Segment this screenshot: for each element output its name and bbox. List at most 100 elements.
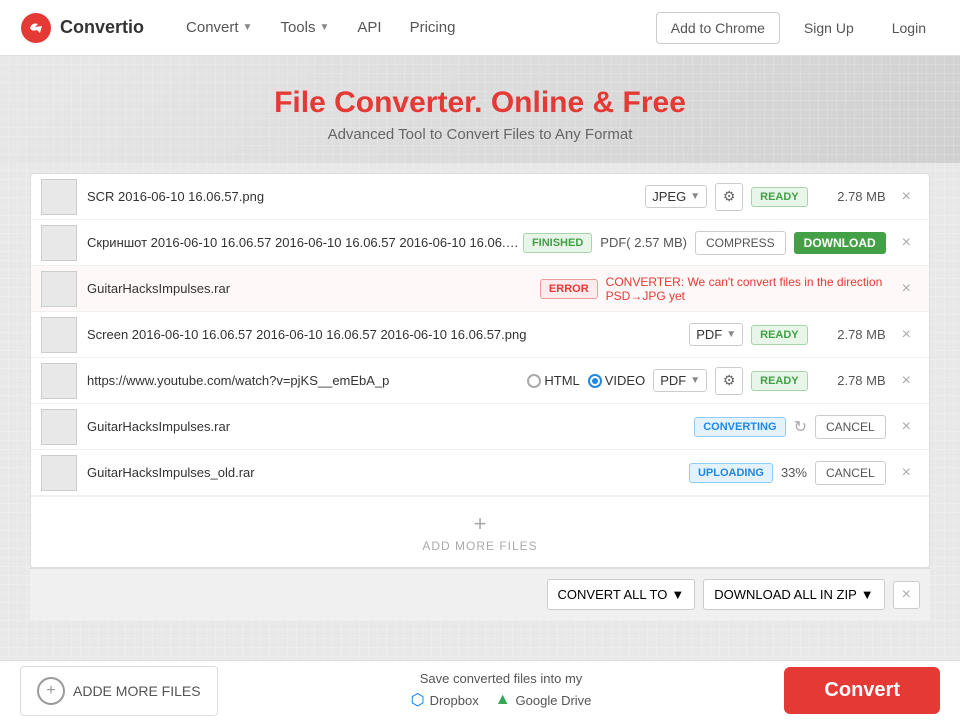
download-all-button[interactable]: DOWNLOAD ALL IN ZIP ▼ — [703, 579, 884, 610]
convert-button[interactable]: Convert — [784, 667, 940, 714]
nav-tools[interactable]: Tools ▼ — [268, 11, 341, 44]
file-thumb — [41, 179, 77, 215]
file-name: https://www.youtube.com/watch?v=pjKS__em… — [87, 373, 527, 388]
progress-percent: 33% — [781, 465, 807, 480]
nav-pricing[interactable]: Pricing — [398, 11, 468, 44]
add-more-files[interactable]: + ADD MORE FILES — [31, 496, 929, 567]
radio-dot-video — [588, 374, 602, 388]
format-arrow: ▼ — [690, 191, 700, 202]
gdrive-option[interactable]: ▲ Google Drive — [495, 691, 592, 709]
sign-up-button[interactable]: Sign Up — [790, 13, 868, 43]
dropbox-icon: ⬡ — [411, 690, 425, 710]
save-label: Save converted files into my — [420, 671, 583, 686]
login-button[interactable]: Login — [878, 13, 940, 43]
hero-section: File Converter. Online & Free Advanced T… — [0, 56, 960, 163]
file-name: GuitarHacksImpulses.rar — [87, 419, 694, 434]
file-actions: CONVERTING ↻ CANCEL × — [694, 414, 919, 440]
error-text: CONVERTER: We can't convert files in the… — [606, 275, 886, 303]
table-row: SCR 2016-06-10 16.06.57.png JPEG ▼ ⚙ REA… — [31, 174, 929, 220]
dropbox-option[interactable]: ⬡ Dropbox — [411, 690, 479, 710]
add-more-icon: + — [474, 511, 487, 537]
radio-group: HTML VIDEO — [527, 373, 645, 388]
gear-button[interactable]: ⚙ — [715, 367, 743, 395]
main-section: SCR 2016-06-10 16.06.57.png JPEG ▼ ⚙ REA… — [0, 163, 960, 683]
file-actions: UPLOADING 33% CANCEL × — [689, 460, 919, 486]
nav-convert-arrow: ▼ — [243, 22, 253, 33]
convert-all-arrow: ▼ — [671, 587, 684, 602]
nav-convert[interactable]: Convert ▼ — [174, 11, 264, 44]
file-actions: JPEG ▼ ⚙ READY 2.78 MB × — [645, 183, 919, 211]
nav-tools-arrow: ▼ — [319, 22, 329, 33]
file-name: Screen 2016-06-10 16.06.57 2016-06-10 16… — [87, 327, 689, 342]
remove-button[interactable]: × — [894, 184, 919, 210]
footer-bar: + ADDE MORE FILES Save converted files i… — [0, 660, 960, 720]
file-name: SCR 2016-06-10 16.06.57.png — [87, 189, 645, 204]
save-icons: ⬡ Dropbox ▲ Google Drive — [411, 690, 592, 710]
file-actions: HTML VIDEO PDF ▼ ⚙ READY 2.78 MB × — [527, 367, 919, 395]
remove-button[interactable]: × — [894, 230, 919, 256]
status-badge: CONVERTING — [694, 417, 785, 437]
file-size: 2.78 MB — [816, 373, 886, 388]
format-select[interactable]: PDF ▼ — [689, 323, 743, 346]
file-size: 2.78 MB — [816, 189, 886, 204]
status-badge: READY — [751, 187, 808, 207]
refresh-icon: ↻ — [794, 417, 807, 437]
file-actions: FINISHED PDF( 2.57 MB) COMPRESS DOWNLOAD… — [523, 230, 919, 256]
add-more-label: ADD MORE FILES — [422, 539, 537, 553]
radio-video[interactable]: VIDEO — [588, 373, 645, 388]
download-button[interactable]: DOWNLOAD — [794, 232, 886, 254]
table-row: GuitarHacksImpulses.rar CONVERTING ↻ CAN… — [31, 404, 929, 450]
nav-api[interactable]: API — [345, 11, 393, 44]
hero-title: File Converter. Online & Free — [20, 86, 940, 120]
format-select[interactable]: PDF ▼ — [653, 369, 707, 392]
status-badge: READY — [751, 325, 808, 345]
cancel-button[interactable]: CANCEL — [815, 461, 886, 485]
file-thumb — [41, 271, 77, 307]
remove-button[interactable]: × — [894, 276, 919, 302]
file-actions: ERROR CONVERTER: We can't convert files … — [540, 275, 919, 303]
compress-button[interactable]: COMPRESS — [695, 231, 786, 255]
cancel-button[interactable]: CANCEL — [815, 415, 886, 439]
file-thumb — [41, 455, 77, 491]
plus-icon: + — [37, 677, 65, 705]
hero-subtitle: Advanced Tool to Convert Files to Any Fo… — [20, 126, 940, 143]
table-row: GuitarHacksImpulses_old.rar UPLOADING 33… — [31, 450, 929, 496]
file-list: SCR 2016-06-10 16.06.57.png JPEG ▼ ⚙ REA… — [30, 173, 930, 568]
file-name: Скриншот 2016-06-10 16.06.57 2016-06-10 … — [87, 235, 523, 250]
format-arrow: ▼ — [726, 329, 736, 340]
table-row: Скриншот 2016-06-10 16.06.57 2016-06-10 … — [31, 220, 929, 266]
file-size: 2.78 MB — [816, 327, 886, 342]
file-thumb — [41, 225, 77, 261]
file-name: GuitarHacksImpulses_old.rar — [87, 465, 689, 480]
gear-button[interactable]: ⚙ — [715, 183, 743, 211]
status-badge: ERROR — [540, 279, 598, 299]
logo[interactable]: Convertio — [20, 12, 144, 44]
remove-button[interactable]: × — [894, 322, 919, 348]
table-row: GuitarHacksImpulses.rar ERROR CONVERTER:… — [31, 266, 929, 312]
save-section: Save converted files into my ⬡ Dropbox ▲… — [238, 671, 765, 710]
status-badge: UPLOADING — [689, 463, 773, 483]
file-thumb — [41, 409, 77, 445]
gdrive-icon: ▲ — [495, 691, 511, 709]
remove-button[interactable]: × — [894, 414, 919, 440]
file-name: GuitarHacksImpulses.rar — [87, 281, 540, 296]
logo-text: Convertio — [60, 17, 144, 38]
clear-all-button[interactable]: × — [893, 581, 920, 609]
main-nav: Convert ▼ Tools ▼ API Pricing — [174, 11, 656, 44]
remove-button[interactable]: × — [894, 460, 919, 486]
format-select[interactable]: JPEG ▼ — [645, 185, 707, 208]
remove-button[interactable]: × — [894, 368, 919, 394]
file-thumb — [41, 363, 77, 399]
radio-html[interactable]: HTML — [527, 373, 579, 388]
add-to-chrome-button[interactable]: Add to Chrome — [656, 12, 780, 44]
header-right: Add to Chrome Sign Up Login — [656, 12, 940, 44]
add-files-button[interactable]: + ADDE MORE FILES — [20, 666, 218, 716]
status-badge: FINISHED — [523, 233, 592, 253]
radio-dot-html — [527, 374, 541, 388]
convert-all-button[interactable]: CONVERT ALL TO ▼ — [547, 579, 696, 610]
file-thumb — [41, 317, 77, 353]
file-size: PDF( 2.57 MB) — [600, 235, 687, 250]
file-actions: PDF ▼ READY 2.78 MB × — [689, 322, 919, 348]
status-badge: READY — [751, 371, 808, 391]
header: Convertio Convert ▼ Tools ▼ API Pricing … — [0, 0, 960, 56]
